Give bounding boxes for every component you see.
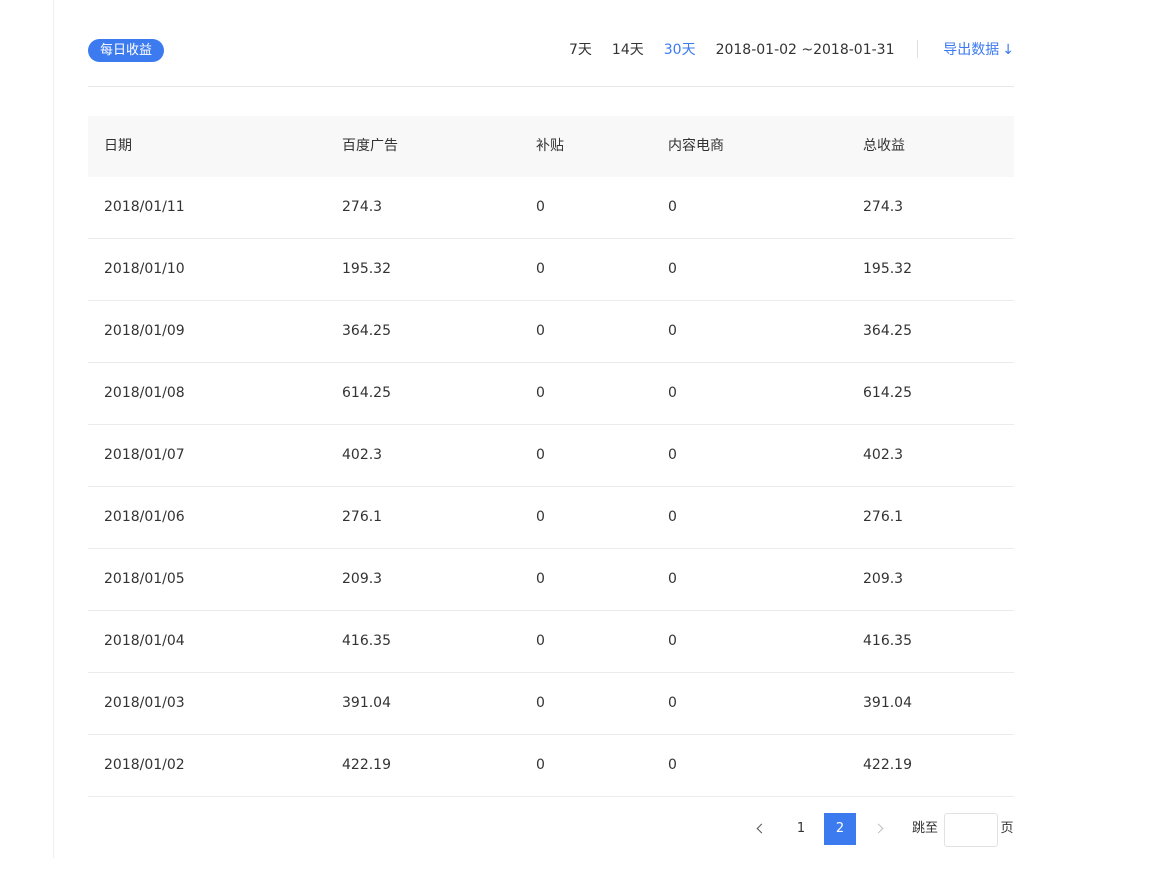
- range-30-days-button[interactable]: 30天: [664, 40, 696, 60]
- page-1-button[interactable]: 1: [788, 813, 814, 845]
- table-row: 2018/01/05 209.3 0 0 209.3: [88, 549, 1014, 611]
- cell-baidu-ads: 614.25: [342, 385, 391, 401]
- arrow-down-icon: ↓: [1002, 42, 1014, 58]
- cell-total-earnings: 274.3: [863, 199, 904, 215]
- table-row: 2018/01/07 402.3 0 0 402.3: [88, 425, 1014, 487]
- table-row: 2018/01/10 195.32 0 0 195.32: [88, 239, 1014, 301]
- left-divider: [53, 0, 54, 858]
- range-7-days-button[interactable]: 7天: [569, 40, 592, 60]
- cell-baidu-ads: 274.3: [342, 199, 383, 215]
- chevron-left-icon: [756, 823, 767, 834]
- cell-total-earnings: 195.32: [863, 261, 912, 277]
- cell-baidu-ads: 276.1: [342, 509, 383, 525]
- cell-date: 2018/01/04: [104, 633, 185, 649]
- table-row: 2018/01/03 391.04 0 0 391.04: [88, 673, 1014, 735]
- column-header-baidu-ads: 百度广告: [342, 138, 398, 154]
- range-14-days-button[interactable]: 14天: [612, 40, 644, 60]
- cell-subsidy: 0: [536, 509, 545, 525]
- goto-page-label: 跳至: [911, 821, 938, 836]
- column-header-subsidy: 补贴: [536, 138, 564, 154]
- cell-subsidy: 0: [536, 633, 545, 649]
- cell-baidu-ads: 416.35: [342, 633, 391, 649]
- table-row: 2018/01/11 274.3 0 0 274.3: [88, 177, 1014, 239]
- cell-date: 2018/01/09: [104, 323, 185, 339]
- cell-total-earnings: 276.1: [863, 509, 904, 525]
- cell-subsidy: 0: [536, 757, 545, 773]
- cell-subsidy: 0: [536, 323, 545, 339]
- cell-subsidy: 0: [536, 447, 545, 463]
- cell-baidu-ads: 209.3: [342, 571, 383, 587]
- chevron-right-icon: [873, 823, 884, 834]
- goto-page-input[interactable]: [944, 813, 998, 847]
- column-header-total-earnings: 总收益: [863, 138, 905, 154]
- range-selector: 7天 14天 30天 2018-01-02 ~2018-01-31: [569, 40, 894, 60]
- cell-total-earnings: 416.35: [863, 633, 912, 649]
- cell-content-ecommerce: 0: [668, 509, 677, 525]
- next-page-button[interactable]: [868, 813, 892, 845]
- cell-subsidy: 0: [536, 199, 545, 215]
- cell-content-ecommerce: 0: [668, 385, 677, 401]
- cell-total-earnings: 209.3: [863, 571, 904, 587]
- panel-header: 每日收益 7天 14天 30天 2018-01-02 ~2018-01-31 导…: [88, 0, 1014, 87]
- cell-baidu-ads: 402.3: [342, 447, 383, 463]
- previous-page-button[interactable]: [748, 813, 772, 845]
- cell-total-earnings: 391.04: [863, 695, 912, 711]
- cell-content-ecommerce: 0: [668, 323, 677, 339]
- cell-content-ecommerce: 0: [668, 633, 677, 649]
- cell-date: 2018/01/07: [104, 447, 185, 463]
- page-unit-label: 页: [1000, 821, 1014, 836]
- cell-subsidy: 0: [536, 695, 545, 711]
- column-header-date: 日期: [104, 138, 132, 154]
- cell-date: 2018/01/10: [104, 261, 185, 277]
- cell-date: 2018/01/05: [104, 571, 185, 587]
- header-divider: [917, 40, 918, 58]
- table-row: 2018/01/08 614.25 0 0 614.25: [88, 363, 1014, 425]
- export-data-label: 导出数据: [943, 42, 1000, 58]
- earnings-table: 日期 百度广告 补贴 内容电商 总收益 2018/01/11 274.3 0 0…: [88, 116, 1014, 797]
- table-header: 日期 百度广告 补贴 内容电商 总收益: [88, 116, 1014, 177]
- cell-date: 2018/01/08: [104, 385, 185, 401]
- cell-subsidy: 0: [536, 571, 545, 587]
- page-2-button-current[interactable]: 2: [824, 813, 856, 845]
- daily-earnings-badge: 每日收益: [88, 39, 165, 62]
- cell-content-ecommerce: 0: [668, 447, 677, 463]
- table-row: 2018/01/04 416.35 0 0 416.35: [88, 611, 1014, 673]
- export-data-button[interactable]: 导出数据 ↓: [943, 40, 1014, 60]
- table-row: 2018/01/09 364.25 0 0 364.25: [88, 301, 1014, 363]
- cell-subsidy: 0: [536, 385, 545, 401]
- cell-date: 2018/01/06: [104, 509, 185, 525]
- cell-baidu-ads: 391.04: [342, 695, 391, 711]
- cell-total-earnings: 364.25: [863, 323, 912, 339]
- cell-baidu-ads: 422.19: [342, 757, 391, 773]
- date-range-picker[interactable]: 2018-01-02 ~2018-01-31: [716, 40, 895, 60]
- table-row: 2018/01/06 276.1 0 0 276.1: [88, 487, 1014, 549]
- cell-content-ecommerce: 0: [668, 695, 677, 711]
- cell-date: 2018/01/02: [104, 757, 185, 773]
- table-row: 2018/01/02 422.19 0 0 422.19: [88, 735, 1014, 797]
- cell-content-ecommerce: 0: [668, 571, 677, 587]
- cell-total-earnings: 422.19: [863, 757, 912, 773]
- cell-date: 2018/01/03: [104, 695, 185, 711]
- cell-total-earnings: 402.3: [863, 447, 904, 463]
- cell-total-earnings: 614.25: [863, 385, 912, 401]
- column-header-content-ecommerce: 内容电商: [668, 138, 724, 154]
- cell-date: 2018/01/11: [104, 199, 185, 215]
- cell-content-ecommerce: 0: [668, 757, 677, 773]
- cell-baidu-ads: 195.32: [342, 261, 391, 277]
- cell-content-ecommerce: 0: [668, 199, 677, 215]
- pagination: 1 2 跳至 页: [88, 813, 1014, 847]
- cell-content-ecommerce: 0: [668, 261, 677, 277]
- cell-subsidy: 0: [536, 261, 545, 277]
- cell-baidu-ads: 364.25: [342, 323, 391, 339]
